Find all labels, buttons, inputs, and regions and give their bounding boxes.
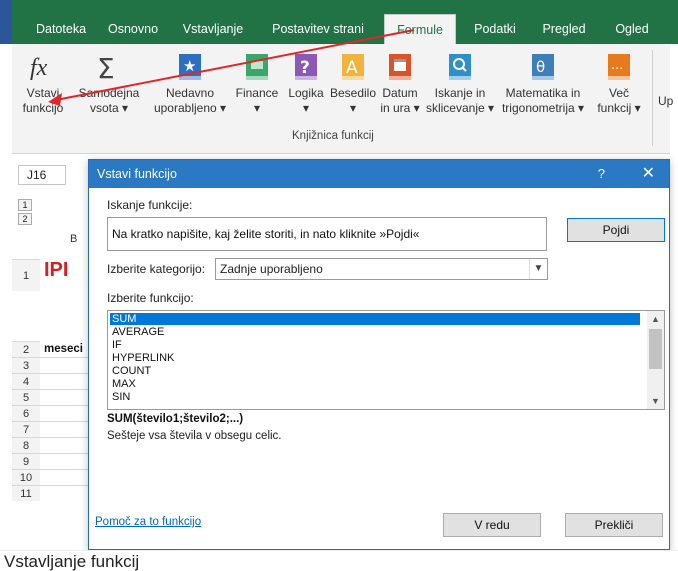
outline-level-2[interactable]: 2 xyxy=(18,213,32,225)
function-signature: SUM(število1;število2;...) xyxy=(107,413,244,425)
category-value: Zadnje uporabljeno xyxy=(220,262,323,276)
theta-book-icon: θ xyxy=(498,52,588,82)
search-label: Iskanje funkcije: xyxy=(107,198,193,212)
category-label: Izberite kategorijo: xyxy=(107,262,206,276)
name-box[interactable]: J16 xyxy=(18,165,66,185)
cell-meseci[interactable]: meseci xyxy=(44,343,83,355)
chevron-down-icon[interactable]: ▼ xyxy=(529,259,547,279)
function-item-sin[interactable]: SIN xyxy=(110,391,640,403)
scroll-down-icon[interactable]: ▼ xyxy=(647,393,664,409)
gridline xyxy=(40,485,88,486)
search-function-input[interactable]: Na kratko napišite, kaj želite storiti, … xyxy=(107,217,547,251)
tab-formule[interactable]: Formule xyxy=(384,14,456,44)
window-left-strip xyxy=(0,0,12,44)
insert-function-button[interactable]: fx Vstavi funkcijo xyxy=(18,52,68,116)
gridline xyxy=(40,405,88,406)
svg-text:A: A xyxy=(346,58,358,78)
recently-used-button[interactable]: ★ Nedavno uporabljeno ▾ xyxy=(148,52,232,116)
function-item-sum[interactable]: SUM xyxy=(110,313,640,325)
row-header[interactable]: 11 xyxy=(12,485,40,501)
autosum-button[interactable]: Σ Samodejna vsota ▾ xyxy=(78,52,140,116)
close-icon[interactable]: ✕ xyxy=(642,160,655,188)
gridline xyxy=(40,389,88,390)
svg-text:Σ: Σ xyxy=(97,52,115,82)
lookup-book-icon xyxy=(424,52,496,82)
function-item-average[interactable]: AVERAGE xyxy=(110,326,640,338)
gridline xyxy=(40,453,88,454)
cancel-button[interactable]: Prekliči xyxy=(565,513,663,537)
dialog-title: Vstavi funkcijo xyxy=(89,160,669,188)
column-header-b[interactable]: B xyxy=(70,233,77,245)
row-header[interactable]: 10 xyxy=(12,469,40,485)
tab-pregled[interactable]: Pregled xyxy=(530,14,598,44)
ok-button[interactable]: V redu xyxy=(443,513,541,537)
star-book-icon: ★ xyxy=(148,52,232,82)
function-list-scrollbar[interactable]: ▲ ▼ xyxy=(647,311,664,409)
lookup-reference-button[interactable]: Iskanje in sklicevanje ▾ xyxy=(424,52,496,116)
tab-datoteka[interactable]: Datoteka xyxy=(26,14,96,44)
calendar-book-icon xyxy=(378,52,422,82)
tab-postavitev-strani[interactable]: Postavitev strani xyxy=(258,14,378,44)
date-time-button[interactable]: Datum in ura ▾ xyxy=(378,52,422,116)
function-item-count[interactable]: COUNT xyxy=(110,365,640,377)
function-description: Sešteje vsa števila v obsegu celic. xyxy=(107,430,282,442)
gridline xyxy=(40,469,88,470)
gridline xyxy=(40,357,88,358)
go-button[interactable]: Pojdi xyxy=(567,218,665,242)
svg-text:θ: θ xyxy=(536,58,545,76)
finance-book-icon xyxy=(232,52,282,82)
insert-function-dialog: Vstavi funkcijo ? ✕ Iskanje funkcije: Na… xyxy=(88,159,670,550)
scroll-up-icon[interactable]: ▲ xyxy=(647,311,664,327)
function-help-link[interactable]: Pomoč za to funkcijo xyxy=(95,516,201,528)
scroll-thumb[interactable] xyxy=(649,329,662,369)
logical-button[interactable]: ? Logika ▾ xyxy=(284,52,328,116)
more-functions-button[interactable]: ... Več funkcij ▾ xyxy=(590,52,648,116)
cell-ipi[interactable]: IPI xyxy=(44,259,68,282)
image-caption: Vstavljanje funkcij xyxy=(4,552,140,571)
row-header[interactable]: 8 xyxy=(12,437,40,453)
row-header[interactable]: 9 xyxy=(12,453,40,469)
svg-text:?: ? xyxy=(300,58,310,78)
function-item-max[interactable]: MAX xyxy=(110,378,640,390)
ribbon-formulas: fx Vstavi funkcijo Σ Samodejna vsota ▾ ★… xyxy=(12,44,674,154)
finance-button[interactable]: Finance ▾ xyxy=(232,52,282,116)
function-item-if[interactable]: IF xyxy=(110,339,640,351)
tab-osnovno[interactable]: Osnovno xyxy=(100,14,166,44)
category-select[interactable]: Zadnje uporabljeno ▼ xyxy=(215,258,548,280)
row-header[interactable]: 2 xyxy=(12,341,40,357)
outline-level-1[interactable]: 1 xyxy=(18,199,32,211)
help-icon[interactable]: ? xyxy=(598,160,605,188)
row-header[interactable]: 1 xyxy=(12,259,40,291)
fx-icon: fx xyxy=(18,52,68,82)
ribbon-group-label: Knjižnica funkcij xyxy=(292,130,374,142)
tab-ogled[interactable]: Ogled xyxy=(602,14,662,44)
svg-text:★: ★ xyxy=(183,57,196,75)
question-book-icon: ? xyxy=(284,52,328,82)
sigma-icon: Σ xyxy=(78,52,140,85)
ribbon-group-separator xyxy=(652,50,653,146)
row-header[interactable]: 6 xyxy=(12,405,40,421)
ribbon-overflow-label: Up xyxy=(658,94,674,108)
gridline xyxy=(40,421,88,422)
gridline xyxy=(40,437,88,438)
math-trig-button[interactable]: θ Matematika in trigonometrija ▾ xyxy=(498,52,588,116)
gridline xyxy=(40,373,88,374)
function-list[interactable]: SUM AVERAGE IF HYPERLINK COUNT MAX SIN ▲… xyxy=(107,310,665,410)
row-header[interactable]: 3 xyxy=(12,357,40,373)
more-book-icon: ... xyxy=(590,52,648,82)
ribbon-tab-bar: Datoteka Osnovno Vstavljanje Postavitev … xyxy=(0,0,678,44)
function-item-hyperlink[interactable]: HYPERLINK xyxy=(110,352,640,364)
tab-podatki[interactable]: Podatki xyxy=(462,14,528,44)
row-header[interactable]: 7 xyxy=(12,421,40,437)
caption-bar: Vstavljanje funkcij xyxy=(0,550,678,571)
function-list-label: Izberite funkcijo: xyxy=(107,291,194,305)
text-button[interactable]: A Besedilo ▾ xyxy=(328,52,378,116)
svg-text:fx: fx xyxy=(30,55,48,81)
row-header[interactable]: 4 xyxy=(12,373,40,389)
tab-vstavljanje[interactable]: Vstavljanje xyxy=(170,14,256,44)
svg-text:...: ... xyxy=(611,58,623,73)
text-book-icon: A xyxy=(328,52,378,82)
ribbon-left-edge xyxy=(0,44,12,154)
row-header[interactable]: 5 xyxy=(12,389,40,405)
